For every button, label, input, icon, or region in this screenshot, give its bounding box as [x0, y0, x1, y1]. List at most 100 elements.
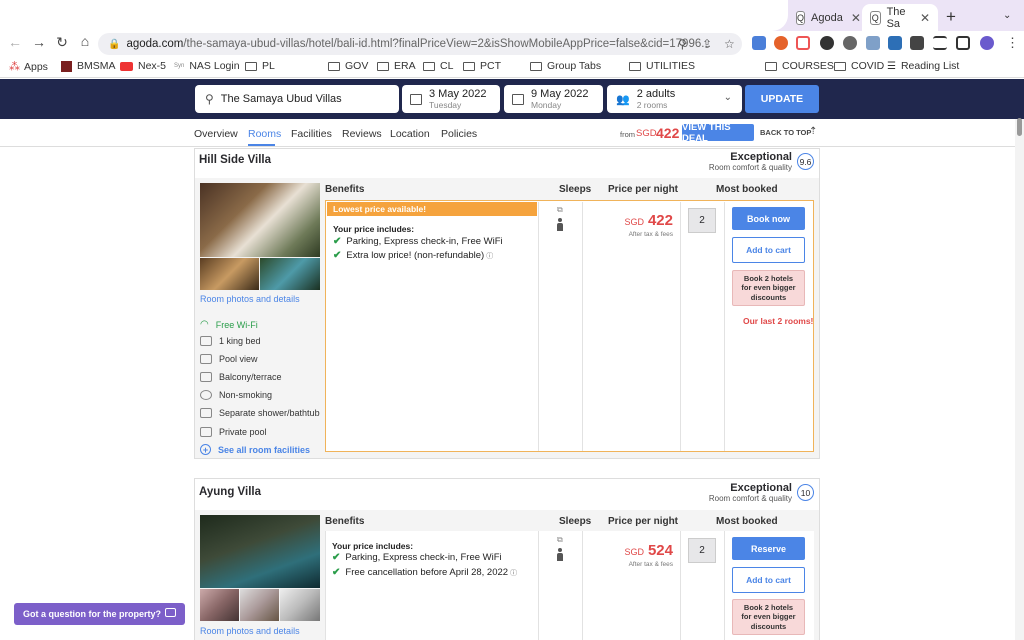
copy-icon[interactable]: ⧉: [557, 535, 563, 545]
col-divider: [582, 202, 583, 451]
room-photo-thumb[interactable]: [200, 258, 259, 290]
room-photos-link[interactable]: Room photos and details: [200, 626, 300, 636]
tab-overview[interactable]: Overview: [194, 128, 238, 140]
rooms-count: 2 rooms: [636, 100, 668, 110]
room-photo-main[interactable]: [200, 515, 320, 588]
add-to-cart-button[interactable]: Add to cart: [732, 237, 805, 263]
info-icon[interactable]: ⓘ: [486, 251, 493, 261]
guests-icon: 👥: [616, 93, 630, 106]
bookmark-folder-covid[interactable]: COVID: [834, 60, 884, 72]
check-icon: ✔: [333, 250, 342, 261]
feature-shower: Separate shower/bathtub: [200, 408, 320, 418]
tab-reviews[interactable]: Reviews: [342, 128, 382, 140]
no-smoking-icon: [200, 390, 212, 400]
info-icon[interactable]: ⓘ: [510, 568, 517, 578]
share-icon[interactable]: ⇪: [702, 37, 712, 51]
speed-extension-icon[interactable]: [843, 36, 857, 50]
room-quantity-select[interactable]: 2: [688, 208, 716, 233]
property-subnav: [0, 119, 1024, 147]
hotel-search-input[interactable]: ⚲ The Samaya Ubud Villas: [195, 85, 399, 113]
new-tab-button[interactable]: +: [946, 7, 956, 27]
bookmark-nas-login[interactable]: Syn NAS Login: [174, 60, 240, 72]
col-divider: [724, 202, 725, 451]
close-tab-icon[interactable]: ✕: [920, 11, 930, 25]
menu-dots-icon[interactable]: ⋮: [1006, 35, 1019, 51]
extensions-puzzle-icon[interactable]: [910, 36, 924, 50]
bookmark-apps[interactable]: ⁂ Apps: [9, 60, 48, 74]
bookmark-extension-icon[interactable]: [888, 36, 902, 50]
tab-samaya[interactable]: Q The Sa ✕: [862, 4, 938, 31]
book-now-button[interactable]: Book now: [732, 207, 805, 230]
bookmark-folder-pct[interactable]: PCT: [463, 60, 501, 72]
reading-list[interactable]: ☰ Reading List: [887, 60, 959, 72]
calendar-icon: [512, 93, 524, 105]
media-queue-icon[interactable]: [933, 36, 947, 50]
profile-avatar-icon[interactable]: [980, 36, 994, 50]
bookmark-folder-courses[interactable]: COURSES: [765, 60, 834, 72]
guests-selector[interactable]: 👥 2 adults 2 rooms ⌄: [607, 85, 742, 113]
bookmark-star-icon[interactable]: ☆: [724, 37, 735, 51]
balcony-icon: [200, 372, 212, 382]
reserve-button[interactable]: Reserve: [732, 537, 805, 560]
forward-arrow-icon[interactable]: →: [30, 34, 48, 50]
bookmark-bmsma[interactable]: BMSMA: [61, 60, 116, 72]
room-photo-thumb[interactable]: [260, 258, 320, 290]
folder-icon: [377, 61, 389, 71]
tab-rooms[interactable]: Rooms: [248, 128, 281, 140]
page-scrollbar[interactable]: [1015, 119, 1024, 640]
ask-question-button[interactable]: Got a question for the property?: [14, 603, 185, 625]
back-arrow-icon[interactable]: ←: [6, 34, 24, 50]
s-extension-icon[interactable]: [774, 36, 788, 50]
bookmark-folder-cl[interactable]: CL: [423, 60, 453, 72]
room-photo-main[interactable]: [200, 183, 320, 257]
tab-location[interactable]: Location: [390, 128, 430, 140]
room-photo-thumb[interactable]: [200, 589, 239, 621]
tab-policies[interactable]: Policies: [441, 128, 477, 140]
room-photo-thumb[interactable]: [240, 589, 279, 621]
lock-icon: 🔒: [108, 38, 121, 50]
close-tab-icon[interactable]: ✕: [851, 11, 861, 25]
room-quantity-select[interactable]: 2: [688, 538, 716, 563]
checkout-date-picker[interactable]: 9 May 2022 Monday: [504, 85, 603, 113]
side-panel-icon[interactable]: [956, 36, 970, 50]
feature-bed: 1 king bed: [200, 336, 261, 346]
room-photo-thumb[interactable]: [280, 589, 320, 621]
play-extension-icon[interactable]: [796, 36, 810, 50]
check-icon: ✔: [333, 236, 342, 247]
scrollbar-thumb[interactable]: [1017, 118, 1022, 136]
image-extension-icon[interactable]: [866, 36, 880, 50]
add-to-cart-button[interactable]: Add to cart: [732, 567, 805, 593]
bookmark-folder-group-tabs[interactable]: Group Tabs: [530, 60, 601, 72]
price-header: Price per night: [608, 184, 679, 195]
zoom-icon[interactable]: ⚲: [678, 37, 687, 51]
bookmark-folder-gov[interactable]: GOV: [328, 60, 368, 72]
tab-facilities[interactable]: Facilities: [291, 128, 332, 140]
reload-icon[interactable]: ↻: [53, 34, 71, 51]
home-icon[interactable]: ⌂: [76, 33, 94, 49]
copy-icon[interactable]: ⧉: [557, 205, 563, 215]
room-photos-link[interactable]: Room photos and details: [200, 294, 300, 304]
view-deal-button[interactable]: VIEW THIS DEAL: [682, 122, 754, 144]
bookmark-nex5[interactable]: Nex-5: [120, 60, 166, 72]
agoda-favicon-icon: Q: [870, 10, 881, 25]
folder-icon: [834, 61, 846, 71]
bookmark-folder-era[interactable]: ERA: [377, 60, 416, 72]
see-all-facilities-link[interactable]: + See all room facilities: [200, 444, 310, 455]
bookmark-folder-utilities[interactable]: UTILITIES: [629, 60, 695, 72]
back-to-top-icon[interactable]: ⇡: [809, 126, 817, 137]
checkin-date-picker[interactable]: 3 May 2022 Tuesday: [402, 85, 500, 113]
col-divider: [680, 531, 681, 640]
after-tax-label: After tax & fees: [628, 561, 673, 568]
tab-agoda[interactable]: Q Agoda ✕: [788, 4, 861, 31]
address-bar[interactable]: 🔒 agoda.com /the-samaya-ubud-villas/hote…: [98, 33, 742, 55]
folder-icon: [328, 61, 340, 71]
translate-extension-icon[interactable]: [752, 36, 766, 50]
update-button[interactable]: UPDATE: [745, 85, 819, 113]
url-domain: agoda.com: [126, 38, 184, 50]
bookmark-folder-pl[interactable]: PL: [245, 60, 275, 72]
hotel-search-value: The Samaya Ubud Villas: [220, 93, 342, 105]
folder-icon: [629, 61, 641, 71]
back-to-top-link[interactable]: BACK TO TOP: [760, 128, 811, 137]
vpn-extension-icon[interactable]: [820, 36, 834, 50]
tab-search-chevron-icon[interactable]: ⌄: [1003, 10, 1011, 21]
